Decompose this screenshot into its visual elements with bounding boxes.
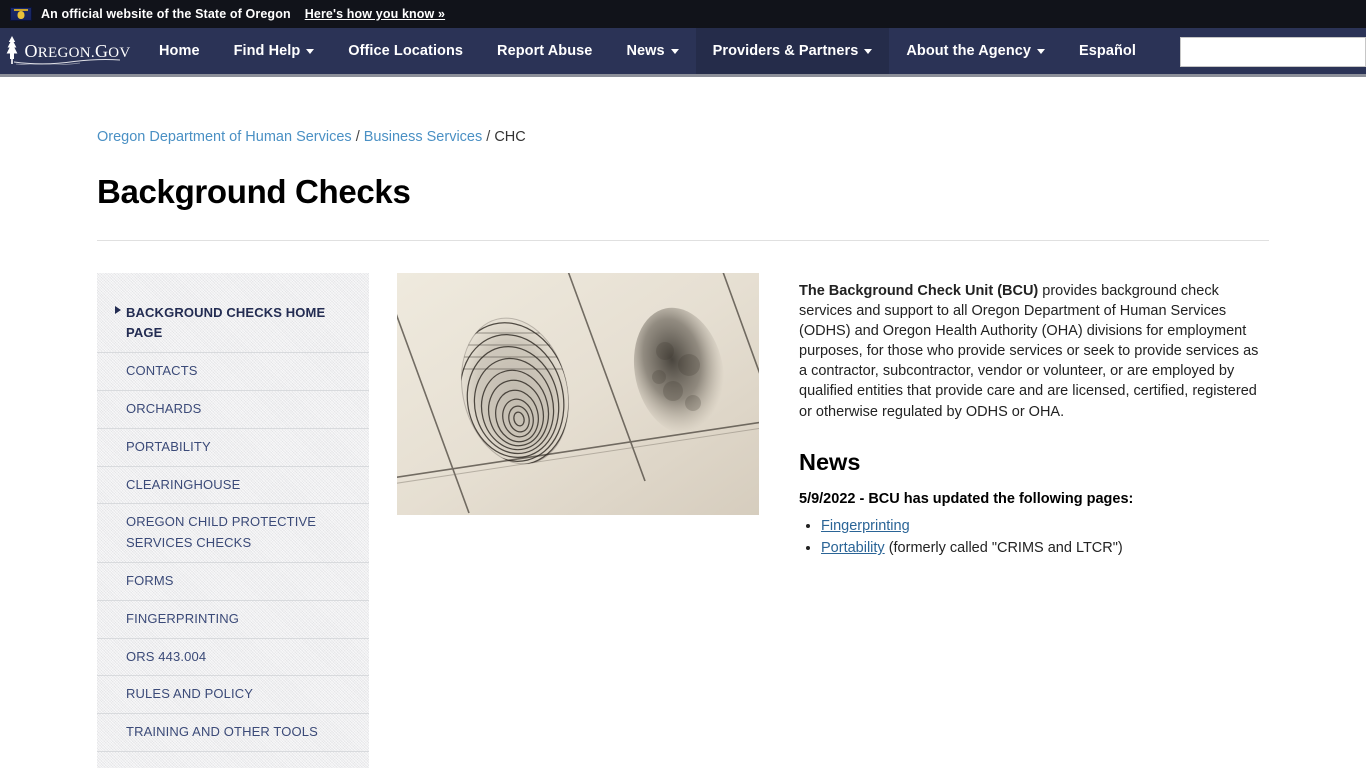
- news-suffix: (formerly called "CRIMS and LTCR"): [884, 540, 1123, 557]
- sidebar-item-forms[interactable]: FORMS: [97, 563, 369, 601]
- news-heading: News: [799, 448, 861, 475]
- nav-label: Report Abuse: [497, 43, 593, 59]
- sidebar-item-contacts[interactable]: CONTACTS: [97, 353, 369, 392]
- nav-item-list: Home Find Help Office Locations Report A…: [142, 28, 1153, 74]
- sidebar-item-label: RULES AND POLICY: [126, 686, 254, 702]
- bcu-body-text: provides background check services and s…: [799, 282, 1259, 420]
- search-input[interactable]: [1181, 38, 1366, 66]
- sidebar-item-label: FINGERPRINTING: [126, 610, 240, 626]
- title-divider: [97, 239, 1269, 241]
- bcu-description: The Background Check Unit (BCU) provides…: [799, 281, 1269, 422]
- breadcrumb-separator: /: [351, 129, 364, 145]
- breadcrumb: Oregon Department of Human Services / Bu…: [97, 129, 1269, 146]
- sidebar-item-label: CLEARINGHOUSE: [126, 476, 241, 492]
- content-row: BACKGROUND CHECKS HOME PAGE CONTACTS ORC…: [97, 272, 1269, 768]
- sidebar-item-label: ORS 443.004: [126, 648, 207, 664]
- sidebar-item-training-and-other-tools[interactable]: TRAINING AND OTHER TOOLS: [97, 714, 369, 753]
- news-date-line: 5/9/2022 - BCU has updated the following…: [799, 490, 1134, 507]
- breadcrumb-separator: /: [482, 129, 495, 145]
- sidebar-item-label: PORTABILITY: [126, 438, 211, 454]
- nav-item-espanol[interactable]: Español: [1062, 28, 1153, 74]
- chevron-down-icon: [1037, 48, 1046, 54]
- section-sidebar-nav: BACKGROUND CHECKS HOME PAGE CONTACTS ORC…: [97, 273, 369, 768]
- nav-label: About the Agency: [906, 43, 1032, 59]
- chevron-down-icon: [306, 48, 315, 54]
- triangle-right-icon: [115, 305, 121, 314]
- news-list: Fingerprinting Portability (formerly cal…: [799, 515, 1269, 560]
- sidebar-item-label: OREGON CHILD PROTECTIVE SERVICES CHECKS: [126, 514, 317, 551]
- page-container: Oregon Department of Human Services / Bu…: [0, 77, 1366, 768]
- bcu-lead-text: The Background Check Unit (BCU): [799, 282, 1039, 299]
- nav-label: Office Locations: [348, 43, 464, 59]
- oregon-gov-logo[interactable]: OREGON.GOV: [0, 28, 130, 74]
- photo-column: [397, 272, 759, 515]
- news-link-portability[interactable]: Portability: [821, 540, 885, 556]
- nav-label: Find Help: [233, 43, 301, 59]
- sidebar-item-label: TRAINING AND OTHER TOOLS: [126, 724, 318, 740]
- breadcrumb-item-business-services[interactable]: Business Services: [364, 129, 482, 145]
- nav-item-office-locations[interactable]: Office Locations: [331, 28, 480, 74]
- chevron-down-icon: [670, 48, 679, 54]
- news-link-fingerprinting[interactable]: Fingerprinting: [821, 518, 910, 534]
- sidebar-item-label: FORMS: [126, 573, 174, 589]
- sidebar-item-portability[interactable]: PORTABILITY: [97, 429, 369, 467]
- sidebar-item-label: CONTACTS: [126, 363, 198, 379]
- sidebar-item-ors-443-004[interactable]: ORS 443.004: [97, 639, 369, 677]
- fingerprint-card-photo: [397, 272, 759, 515]
- sidebar-item-rules-and-policy[interactable]: RULES AND POLICY: [97, 676, 369, 715]
- list-item: Fingerprinting: [821, 515, 1269, 537]
- official-site-notice: An official website of the State of Oreg…: [41, 7, 291, 21]
- nav-item-home[interactable]: Home: [142, 28, 217, 74]
- nav-item-report-abuse[interactable]: Report Abuse: [480, 28, 609, 74]
- intro-column: The Background Check Unit (BCU) provides…: [799, 273, 1269, 560]
- logo-swoosh-icon: [14, 59, 120, 65]
- sidebar-item-fingerprinting[interactable]: FINGERPRINTING: [97, 601, 369, 639]
- nav-label: Home: [159, 43, 200, 59]
- page-title: Background Checks: [97, 173, 411, 211]
- nav-label: Providers & Partners: [712, 43, 859, 59]
- sidebar-item-label: ORCHARDS: [126, 401, 202, 417]
- official-state-banner: An official website of the State of Oreg…: [0, 0, 1366, 28]
- nav-item-find-help[interactable]: Find Help: [217, 28, 332, 74]
- main-navigation-bar: OREGON.GOV Home Find Help Office Locatio…: [0, 28, 1366, 77]
- sidebar-item-clearinghouse[interactable]: CLEARINGHOUSE: [97, 467, 369, 505]
- site-search: [1180, 37, 1366, 67]
- oregon-state-flag-icon: [10, 7, 32, 21]
- breadcrumb-item-odhs[interactable]: Oregon Department of Human Services: [97, 129, 352, 145]
- nav-item-providers-partners[interactable]: Providers & Partners: [695, 28, 890, 74]
- sidebar-item-orchards[interactable]: ORCHARDS: [97, 391, 369, 429]
- breadcrumb-item-chc: CHC: [494, 129, 526, 145]
- nav-item-news[interactable]: News: [609, 28, 695, 74]
- how-you-know-link[interactable]: Here's how you know »: [305, 7, 445, 21]
- nav-label: News: [626, 43, 665, 59]
- sidebar-item-oregon-child-protective-services-checks[interactable]: OREGON CHILD PROTECTIVE SERVICES CHECKS: [97, 504, 369, 564]
- chevron-down-icon: [864, 48, 873, 54]
- nav-item-about-the-agency[interactable]: About the Agency: [889, 28, 1062, 74]
- list-item: Portability (formerly called "CRIMS and …: [821, 537, 1269, 559]
- sidebar-item-background-checks-home-page[interactable]: BACKGROUND CHECKS HOME PAGE: [97, 295, 369, 354]
- sidebar-item-label: BACKGROUND CHECKS HOME PAGE: [126, 304, 326, 341]
- nav-label: Español: [1079, 43, 1136, 59]
